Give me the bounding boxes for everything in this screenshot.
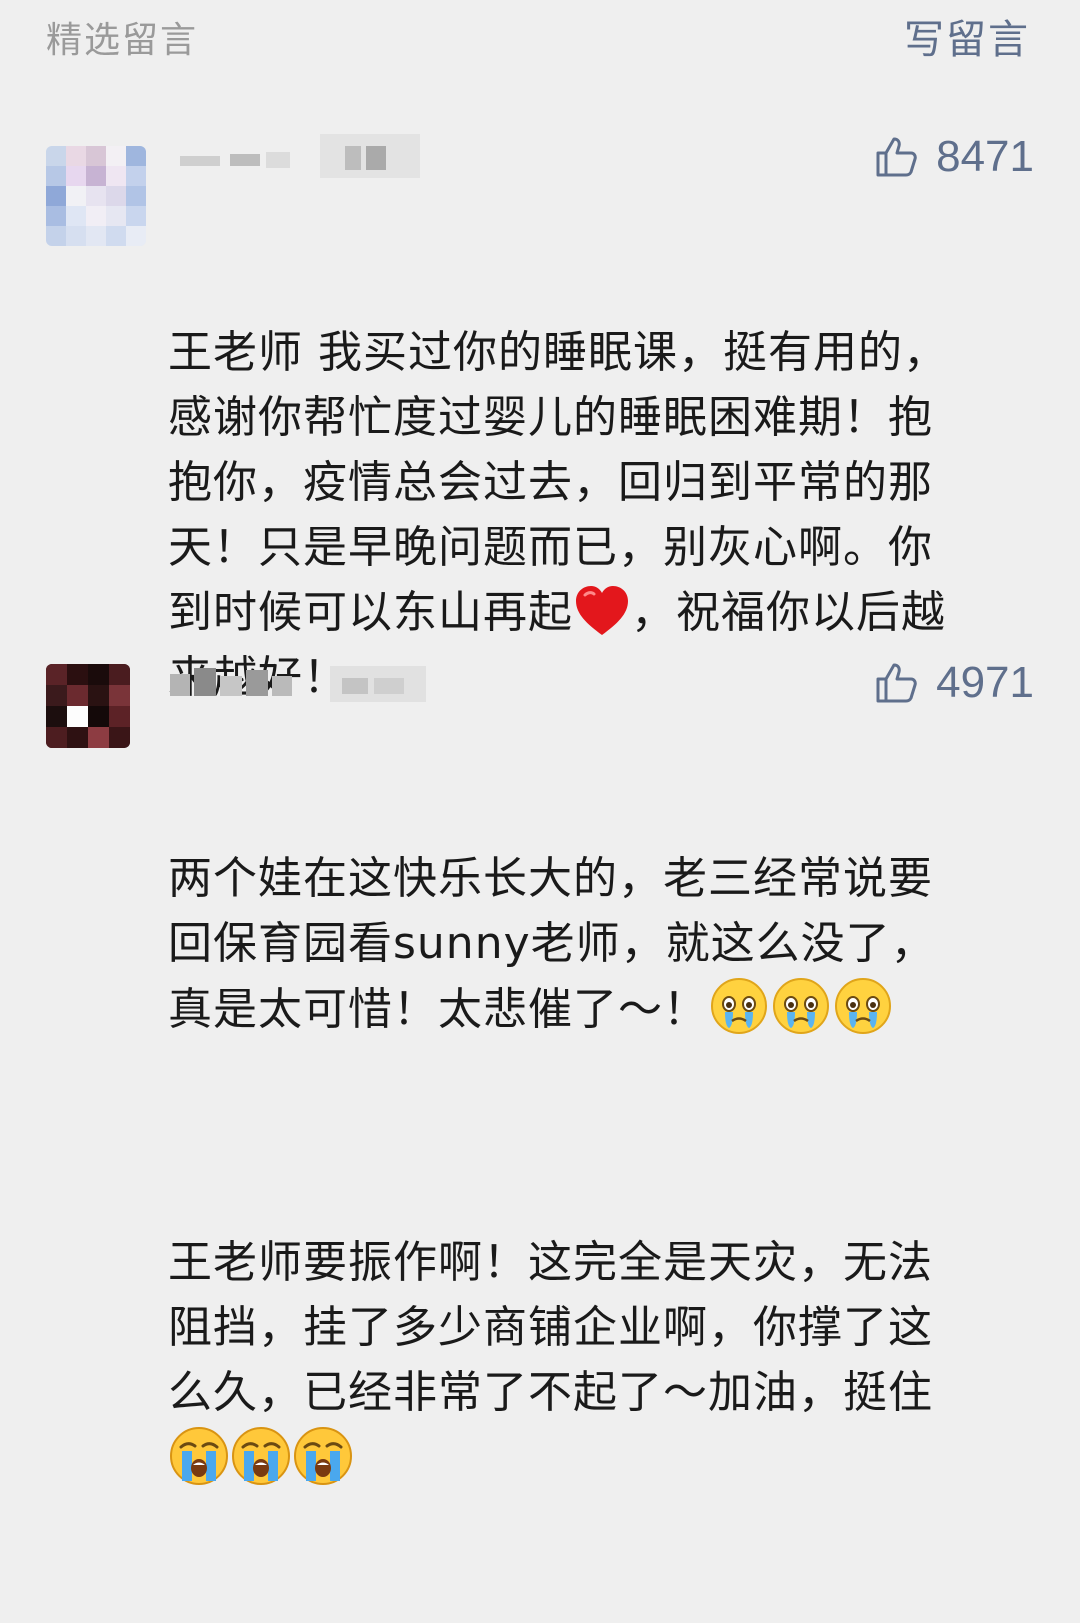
comment-line: ，祝福你以后越 [631, 587, 946, 638]
thumbs-up-icon [876, 137, 917, 177]
comment-content: 两个娃在这快乐长大的，老三经常说要 回保育园看sunny老师，就这么没了， 真是… [168, 716, 1038, 1623]
crying-face-icon [294, 1427, 352, 1485]
comment-line: 王老师 我买过你的睡眠课，挺有用的， [168, 327, 948, 378]
comment-paragraph: 两个娃在这快乐长大的，老三经常说要 回保育园看sunny老师，就这么没了， 真是… [168, 846, 1038, 1042]
comment-line: 王老师要振作啊！这完全是天灾，无法 [168, 1237, 933, 1288]
crying-face-icon [232, 1427, 290, 1485]
comment-item: 4971 两个娃在这快乐长大的，老三经常说要 回保育园看sunny老师，就这么没… [0, 650, 1080, 1485]
redacted-name-pixels [170, 666, 426, 702]
like-button[interactable]: 4971 [874, 658, 1034, 708]
comment-line: 感谢你帮忙度过婴儿的睡眠困难期！抱 [168, 392, 933, 443]
comment-line: 么久，已经非常了不起了～加油，挺住 [168, 1367, 933, 1418]
comment-line: 阻挡，挂了多少商铺企业啊，你撑了这 [168, 1302, 933, 1353]
section-title: 精选留言 [46, 20, 199, 61]
thumbs-up-icon [876, 663, 917, 703]
comment-line: 到时候可以东山再起 [168, 587, 573, 638]
comment-line: 回保育园看sunny老师，就这么没了， [168, 918, 936, 969]
comment-line: 两个娃在这快乐长大的，老三经常说要 [168, 853, 933, 904]
tearful-face-icon [835, 978, 891, 1034]
comment-item: 8471 王老师 我买过你的睡眠课，挺有用的， 感谢你帮忙度过婴儿的睡眠困难期！… [0, 120, 1080, 703]
pixelated-avatar-dark [46, 664, 130, 748]
like-count: 8471 [936, 132, 1034, 181]
red-heart-icon [576, 586, 628, 635]
nickname-redacted[interactable] [170, 660, 430, 702]
nickname-redacted[interactable] [170, 128, 430, 178]
like-button[interactable]: 8471 [874, 132, 1034, 182]
comment-line: 天！只是早晚问题而已，别灰心啊。你 [168, 522, 933, 573]
avatar[interactable] [46, 664, 130, 748]
redacted-name-pixels [180, 134, 420, 178]
tearful-face-icon [711, 978, 767, 1034]
pixelated-avatar-light [46, 146, 146, 246]
tearful-face-icon [773, 978, 829, 1034]
comment-line: 真是太可惜！太悲催了～！ [168, 984, 708, 1035]
like-count: 4971 [936, 658, 1034, 707]
crying-face-icon [170, 1427, 228, 1485]
write-comment-button[interactable]: 写留言 [904, 14, 1030, 66]
comment-line: 抱你，疫情总会过去，回归到平常的那 [168, 457, 933, 508]
comments-header: 精选留言 写留言 [0, 0, 1080, 90]
comment-paragraph: 王老师要振作啊！这完全是天灾，无法 阻挡，挂了多少商铺企业啊，你撑了这 么久，已… [168, 1230, 1038, 1493]
avatar[interactable] [46, 146, 146, 246]
